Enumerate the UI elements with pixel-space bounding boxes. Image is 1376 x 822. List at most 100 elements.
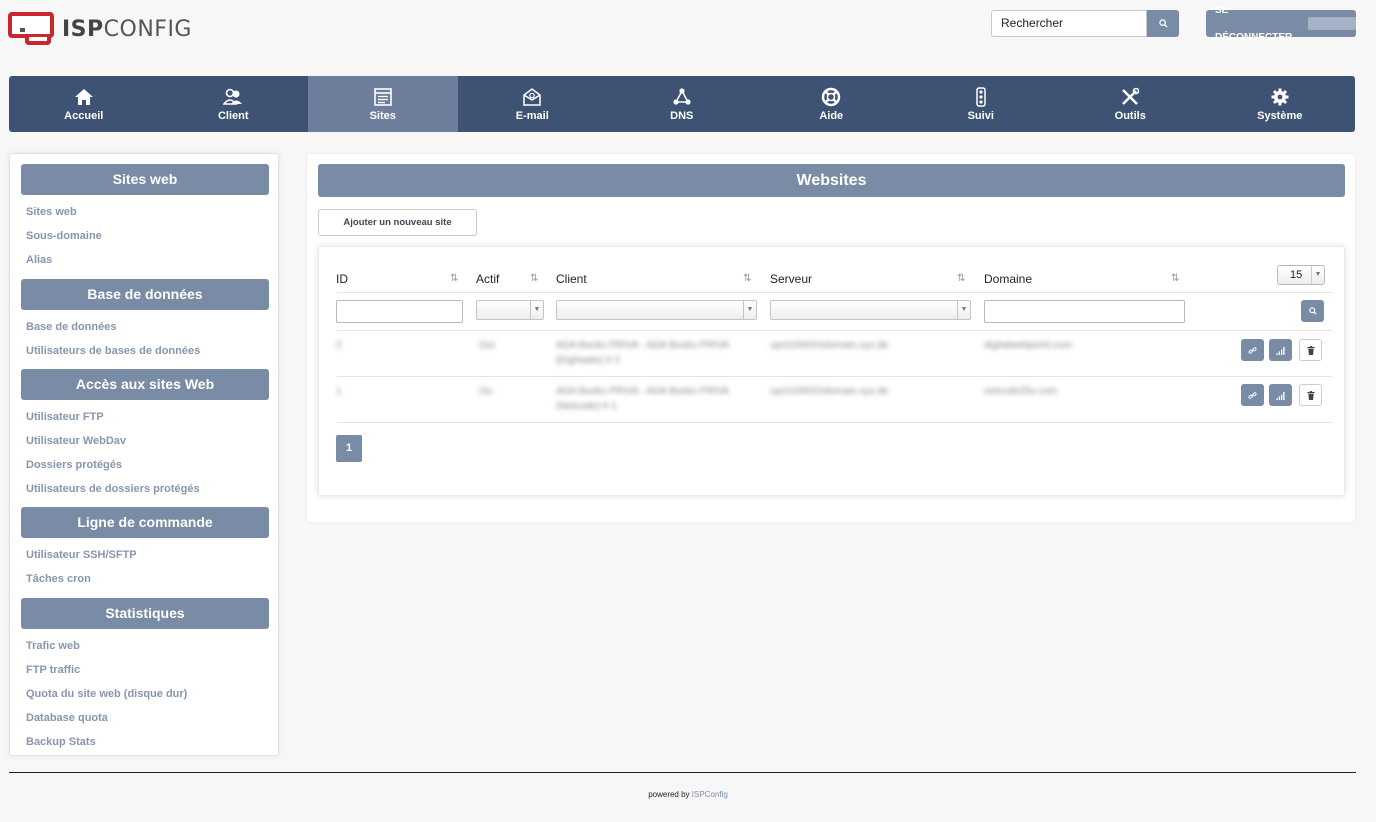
nav-label: E-mail [515, 109, 549, 122]
per-page-select[interactable]: 15 ▼ [1277, 265, 1325, 285]
nav-label: Sites [369, 109, 396, 122]
sort-icon[interactable]: ⇅ [743, 273, 751, 284]
sidebar-section-sites-web: Sites web [21, 164, 269, 195]
nav-item-sites[interactable]: Sites [308, 76, 458, 132]
home-icon [74, 88, 93, 105]
cell-actif: Oui [479, 340, 495, 351]
delete-button[interactable] [1299, 384, 1322, 406]
filter-domaine-input[interactable] [984, 300, 1185, 323]
sort-icon[interactable]: ⇅ [450, 273, 458, 284]
sidebar-section-statistiques: Statistiques [21, 598, 269, 629]
nav-item-outils[interactable]: Outils [1056, 76, 1206, 132]
chevron-down-icon: ▼ [743, 301, 756, 319]
sidebar-link-sites-web[interactable]: Sites web [26, 206, 77, 218]
cell-serveur: cpct1000XXdomain.xyz.de [770, 340, 889, 351]
filter-actif-select[interactable]: ▼ [476, 300, 544, 320]
cell-client: ADA Books PRIVA - ADA Books PRIVA (Netco… [556, 386, 729, 412]
trash-icon [1306, 390, 1315, 400]
search-input[interactable]: Rechercher [991, 10, 1147, 37]
footer-divider [9, 772, 1356, 773]
sidebar-link-quota-site[interactable]: Quota du site web (disque dur) [26, 688, 187, 700]
nav-item-accueil[interactable]: Accueil [9, 76, 159, 132]
gear-icon [1271, 88, 1289, 105]
sidebar-link-dossiers-proteges[interactable]: Dossiers protégés [26, 459, 122, 471]
open-link-button[interactable] [1241, 339, 1264, 361]
chevron-down-icon: ▼ [1311, 266, 1324, 284]
monitor-logo-icon [8, 12, 56, 46]
sidebar-link-sous-domaine[interactable]: Sous-domaine [26, 230, 102, 242]
search-icon [1158, 19, 1168, 28]
nav-label: Outils [1114, 109, 1146, 122]
column-header-actif[interactable]: Actif [476, 272, 499, 286]
footer-text: powered by [648, 790, 690, 799]
sidebar-link-utilisateurs-bdd[interactable]: Utilisateurs de bases de données [26, 345, 200, 357]
nav-item-email[interactable]: E-mail [458, 76, 608, 132]
nav-item-suivi[interactable]: Suivi [906, 76, 1056, 132]
open-link-button[interactable] [1241, 384, 1264, 406]
add-website-button[interactable]: Ajouter un nouveau site [318, 209, 477, 236]
divider [337, 376, 1332, 377]
column-header-client[interactable]: Client [556, 272, 587, 286]
tools-icon [1122, 87, 1140, 105]
footer: powered by ISPConfig [0, 790, 1376, 799]
stats-button[interactable] [1269, 339, 1292, 361]
sort-icon[interactable]: ⇅ [1171, 273, 1179, 284]
nav-label: Système [1257, 109, 1303, 122]
sidebar-link-ftp-traffic[interactable]: FTP traffic [26, 664, 80, 676]
nav-label: Aide [819, 109, 844, 122]
column-header-serveur[interactable]: Serveur [770, 272, 812, 286]
filter-client-select[interactable]: ▼ [556, 300, 757, 320]
search-icon [1308, 307, 1317, 315]
sidebar-link-alias[interactable]: Alias [26, 254, 52, 266]
lifebuoy-icon [822, 87, 841, 106]
divider [337, 422, 1332, 423]
footer-ispconfig-link[interactable]: ISPConfig [692, 790, 728, 799]
sidebar-link-trafic-web[interactable]: Trafic web [26, 640, 80, 652]
column-header-id[interactable]: ID [336, 272, 348, 286]
chevron-down-icon: ▼ [957, 301, 970, 319]
pagination-page-button[interactable]: 1 [336, 435, 362, 462]
cell-id: 1 [336, 386, 342, 397]
sites-icon [373, 87, 392, 106]
signal-bars-icon [1276, 346, 1285, 355]
stats-button[interactable] [1269, 384, 1292, 406]
cell-serveur: cpct1000XXdomain.xyz.de [770, 386, 889, 397]
chevron-down-icon: ▼ [530, 301, 543, 319]
cell-id: 2 [336, 340, 342, 351]
sidebar-link-backup-stats[interactable]: Backup Stats [26, 736, 96, 748]
sidebar-link-utilisateurs-dossiers[interactable]: Utilisateurs de dossiers protégés [26, 483, 200, 495]
websites-table: ID ⇅ Actif ⇅ Client ⇅ Serveur ⇅ Domaine … [318, 246, 1345, 496]
sidebar-link-utilisateur-webdav[interactable]: Utilisateur WebDav [26, 435, 126, 447]
logo-text: ISPCONFIG [62, 16, 192, 42]
nav-item-aide[interactable]: Aide [757, 76, 907, 132]
delete-button[interactable] [1299, 339, 1322, 361]
nav-item-client[interactable]: Client [159, 76, 309, 132]
sort-icon[interactable]: ⇅ [957, 273, 965, 284]
cell-domaine: netcode25x.com [984, 386, 1058, 397]
redacted-username [1307, 17, 1356, 30]
sidebar-section-base-de-donnees: Base de données [21, 279, 269, 310]
search-button[interactable] [1147, 10, 1179, 37]
traffic-light-icon [976, 86, 986, 107]
nav-item-dns[interactable]: DNS [607, 76, 757, 132]
logout-button[interactable]: SE DÉCONNECTER [1206, 5, 1356, 43]
nav-label: DNS [670, 109, 694, 122]
cell-actif: Ou [479, 386, 493, 397]
column-header-domaine[interactable]: Domaine [984, 272, 1032, 286]
sidebar-link-base-de-donnees[interactable]: Base de données [26, 321, 116, 333]
sort-icon[interactable]: ⇅ [530, 273, 538, 284]
sidebar-link-utilisateur-ftp[interactable]: Utilisateur FTP [26, 411, 104, 423]
sidebar-section-ligne-commande: Ligne de commande [21, 507, 269, 538]
nav-item-systeme[interactable]: Système [1205, 76, 1355, 132]
sidebar-link-taches-cron[interactable]: Tâches cron [26, 573, 91, 585]
filter-serveur-select[interactable]: ▼ [770, 300, 971, 320]
cell-domaine: digitalwebpoint.com [984, 340, 1072, 351]
filter-search-button[interactable] [1301, 300, 1324, 322]
nav-label: Client [217, 109, 249, 122]
divider [337, 330, 1332, 331]
sidebar-link-database-quota[interactable]: Database quota [26, 712, 108, 724]
ispconfig-logo[interactable]: ISPCONFIG [8, 12, 192, 46]
filter-id-input[interactable] [336, 300, 463, 323]
sidebar: Sites web Sites web Sous-domaine Alias B… [9, 153, 279, 756]
sidebar-link-ssh-sftp[interactable]: Utilisateur SSH/SFTP [26, 549, 137, 561]
